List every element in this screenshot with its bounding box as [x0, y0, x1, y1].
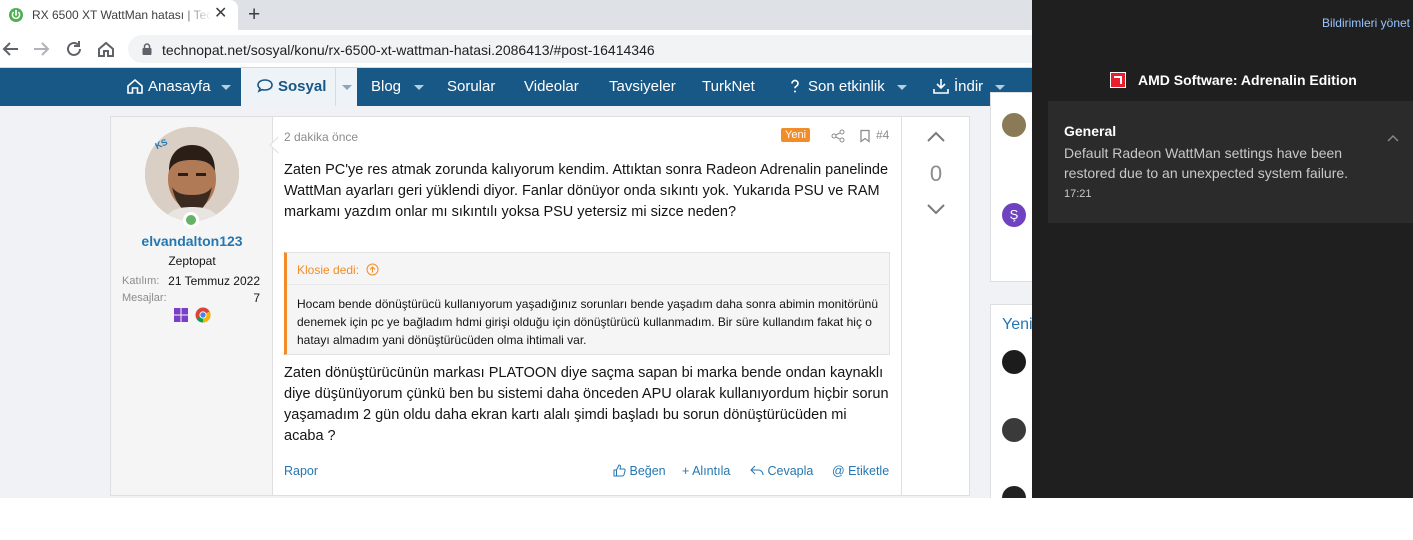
arrow-up-circle-icon	[366, 263, 379, 276]
nav-indir[interactable]: İndir	[932, 68, 983, 106]
nav-son-etkinlik-label: Son etkinlik	[808, 78, 885, 95]
chat-icon	[257, 78, 273, 93]
question-icon	[791, 79, 799, 93]
avatar[interactable]	[1002, 418, 1026, 442]
nav-sosyal[interactable]: Sosyal	[241, 68, 335, 106]
like-button[interactable]: Beğen	[613, 464, 666, 478]
chevron-down-icon	[342, 85, 352, 90]
chevron-down-icon[interactable]	[897, 85, 907, 90]
user-platform-icons	[173, 307, 211, 323]
vote-count: 0	[929, 161, 943, 186]
quote-text: Hocam bende dönüştürücü kullanıyorum yaş…	[297, 297, 879, 347]
nav-anasayfa[interactable]: Anasayfa	[126, 68, 211, 106]
new-tab-button[interactable]: +	[248, 3, 260, 27]
reply-button[interactable]: Cevapla	[750, 464, 813, 478]
mention-button[interactable]: @ Etiketle	[832, 464, 889, 478]
close-tab-icon[interactable]: ✕	[214, 6, 227, 22]
quote-block: Klosie dedi: Hocam bende dönüştürücü kul…	[284, 252, 890, 355]
browser-tab[interactable]: RX 6500 XT WattMan hatası | Tec ✕	[0, 0, 238, 30]
joined-value: 21 Temmuz 2022	[168, 274, 260, 288]
nav-turknet-label: TurkNet	[702, 78, 755, 95]
reply-label: Cevapla	[767, 464, 814, 478]
post-author-panel: KS elvandalton123 Zeptopat Katılım: 21 T…	[111, 117, 273, 495]
collapse-chevron-icon[interactable]	[1387, 134, 1399, 142]
nav-turknet[interactable]: TurkNet	[702, 68, 755, 106]
nav-videolar-label: Videolar	[524, 78, 579, 95]
nav-tavsiyeler[interactable]: Tavsiyeler	[609, 68, 676, 106]
vote-panel: 0	[901, 117, 969, 495]
nav-son-etkinlik[interactable]: Son etkinlik	[786, 68, 885, 106]
bookmark-icon[interactable]	[858, 129, 872, 143]
messages-label: Mesajlar:	[122, 292, 167, 304]
reply-icon	[750, 465, 764, 476]
user-title: Zeptopat	[168, 254, 216, 268]
post-time[interactable]: 2 dakika önce	[284, 130, 358, 144]
avatar[interactable]: Ş	[1002, 203, 1026, 227]
report-link[interactable]: Rapor	[284, 464, 318, 478]
online-status-icon	[183, 212, 199, 228]
nav-tavsiyeler-label: Tavsiyeler	[609, 78, 676, 95]
chevron-down-icon[interactable]	[414, 85, 424, 90]
post-text-1: Zaten PC'ye res atmak zorunda kalıyorum …	[284, 162, 889, 220]
new-badge: Yeni	[781, 128, 811, 142]
notification-toast[interactable]: General Default Radeon WattMan settings …	[1048, 101, 1413, 223]
forward-icon[interactable]	[30, 38, 52, 60]
share-icon[interactable]	[831, 129, 845, 143]
home-icon	[127, 78, 143, 94]
forum-post: KS elvandalton123 Zeptopat Katılım: 21 T…	[110, 116, 970, 496]
url-text: technopat.net/sosyal/konu/rx-6500-xt-wat…	[162, 42, 655, 58]
notification-center: Bildirimleri yönet AMD Software: Adrenal…	[1032, 0, 1413, 498]
back-icon[interactable]	[0, 38, 22, 60]
manage-notifications-link[interactable]: Bildirimleri yönet	[1322, 16, 1410, 30]
avatar[interactable]	[1002, 350, 1026, 374]
address-bar[interactable]: technopat.net/sosyal/konu/rx-6500-xt-wat…	[128, 35, 1048, 63]
nav-sorular[interactable]: Sorular	[447, 68, 495, 106]
download-icon	[933, 78, 949, 94]
joined-label: Katılım:	[122, 275, 160, 287]
downvote-chevron-icon[interactable]	[926, 203, 946, 215]
post-number[interactable]: #4	[876, 128, 889, 142]
nav-anasayfa-label: Anasayfa	[148, 78, 211, 95]
notification-title: General	[1064, 123, 1117, 139]
like-label: Beğen	[629, 464, 666, 478]
nav-sosyal-label: Sosyal	[278, 78, 327, 95]
username-link[interactable]: elvandalton123	[111, 233, 273, 249]
nav-videolar[interactable]: Videolar	[524, 68, 579, 106]
home-icon[interactable]	[95, 38, 117, 60]
avatar[interactable]	[1002, 113, 1026, 137]
notification-time: 17:21	[1064, 188, 1092, 200]
windows-icon	[174, 308, 188, 322]
amd-icon	[1110, 72, 1126, 88]
nav-blog-label: Blog	[371, 78, 402, 95]
upvote-chevron-icon[interactable]	[926, 131, 946, 143]
nav-blog[interactable]: Blog	[371, 68, 401, 106]
post-text-2: Zaten dönüştürücünün markası PLATOON diy…	[284, 365, 889, 444]
notification-body: Default Radeon WattMan settings have bee…	[1064, 145, 1349, 181]
nav-sorular-label: Sorular	[447, 78, 496, 95]
thumbs-up-icon	[613, 464, 626, 477]
messages-value: 7	[253, 291, 260, 305]
nav-indir-label: İndir	[954, 78, 984, 95]
lock-icon	[142, 43, 152, 55]
site-favicon-icon	[9, 8, 23, 22]
post-body: 2 dakika önce Yeni #4 Zaten PC'ye res at…	[273, 117, 901, 495]
quote-author[interactable]: Klosie dedi:	[297, 263, 379, 277]
quote-author-label: Klosie dedi:	[297, 263, 360, 277]
sidebar-heading[interactable]: Yeni	[1002, 316, 1033, 334]
chrome-icon	[195, 307, 211, 323]
chevron-down-icon[interactable]	[995, 85, 1005, 90]
quote-button[interactable]: + Alıntıla	[682, 464, 730, 478]
sosyal-dropdown[interactable]	[335, 68, 357, 106]
reload-icon[interactable]	[63, 38, 85, 60]
notification-app-name: AMD Software: Adrenalin Edition	[1138, 72, 1357, 88]
chevron-down-icon[interactable]	[221, 85, 231, 90]
